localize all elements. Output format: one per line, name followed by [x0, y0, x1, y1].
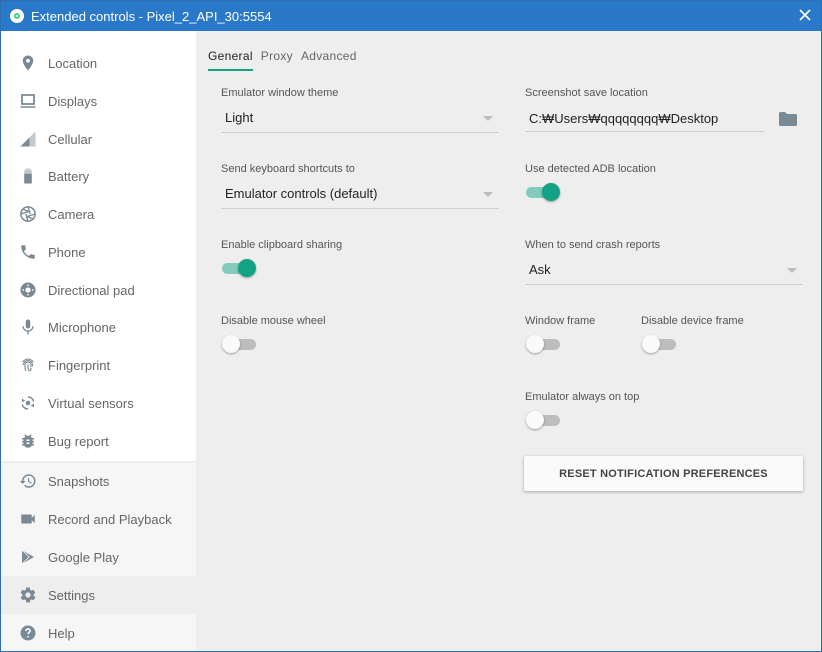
sidebar-item-snapshots[interactable]: Snapshots	[1, 462, 196, 500]
sidebar-item-label: Camera	[48, 206, 95, 222]
sidebar-item-location[interactable]: Location	[1, 44, 196, 82]
close-icon[interactable]	[797, 7, 813, 23]
folder-icon[interactable]	[778, 111, 798, 127]
battery-icon	[19, 167, 37, 185]
camera-shutter-icon	[19, 205, 37, 223]
window-frame-toggle[interactable]	[526, 334, 562, 354]
sidebar-item-virtual-sensors[interactable]: Virtual sensors	[1, 384, 196, 422]
sidebar-item-fingerprint[interactable]: Fingerprint	[1, 346, 196, 384]
location-pin-icon	[19, 54, 37, 72]
extended-controls-window: Extended controls - Pixel_2_API_30:5554 …	[0, 0, 822, 652]
sidebar-item-displays[interactable]: Displays	[1, 82, 196, 120]
sidebar-item-label: Virtual sensors	[48, 395, 134, 411]
settings-panel: General Proxy Advanced Emulator window t…	[196, 31, 821, 651]
sidebar-item-bug-report[interactable]: Bug report	[1, 422, 196, 460]
sidebar-item-settings[interactable]: Settings	[1, 576, 196, 614]
reset-notification-preferences-button[interactable]: RESET NOTIFICATION PREFERENCES	[524, 456, 803, 491]
adb-location-label: Use detected ADB location	[525, 163, 656, 175]
theme-label: Emulator window theme	[221, 87, 339, 99]
shortcuts-value: Emulator controls (default)	[225, 186, 378, 201]
sidebar-item-label: Location	[48, 55, 98, 71]
tab-advanced[interactable]: Advanced	[301, 49, 357, 71]
history-icon	[19, 472, 37, 490]
sidebar-item-microphone[interactable]: Microphone	[1, 308, 196, 346]
chevron-down-icon	[483, 192, 493, 197]
sidebar-item-help[interactable]: Help	[1, 614, 196, 652]
sidebar-item-label: Microphone	[48, 319, 116, 335]
tab-proxy[interactable]: Proxy	[261, 49, 293, 71]
dpad-icon	[19, 281, 37, 299]
device-frame-toggle[interactable]	[642, 334, 678, 354]
sidebar-item-cellular[interactable]: Cellular	[1, 120, 196, 158]
shortcuts-label: Send keyboard shortcuts to	[221, 163, 355, 175]
title-bar: Extended controls - Pixel_2_API_30:5554	[1, 1, 821, 31]
signal-icon	[19, 130, 37, 148]
emulator-app-icon	[10, 9, 24, 23]
toggle-thumb	[222, 335, 240, 353]
monitor-icon	[19, 92, 37, 110]
chevron-down-icon	[787, 268, 797, 273]
sidebar-item-record-and-playback[interactable]: Record and Playback	[1, 500, 196, 538]
rotation-icon	[19, 394, 37, 412]
clipboard-toggle[interactable]	[220, 258, 256, 278]
device-frame-label: Disable device frame	[641, 315, 744, 327]
always-on-top-label: Emulator always on top	[525, 391, 640, 403]
mouse-wheel-toggle[interactable]	[222, 334, 258, 354]
sidebar-item-google-play[interactable]: Google Play	[1, 538, 196, 576]
sidebar-item-label: Battery	[48, 168, 90, 184]
toggle-thumb	[642, 335, 660, 353]
crash-reports-value: Ask	[529, 262, 551, 277]
sidebar-item-label: Record and Playback	[48, 511, 172, 527]
sidebar-item-phone[interactable]: Phone	[1, 233, 196, 271]
settings-tabs: General Proxy Advanced	[208, 49, 365, 71]
sidebar-item-directional-pad[interactable]: Directional pad	[1, 271, 196, 309]
crash-reports-select[interactable]: Ask	[525, 258, 803, 285]
play-store-icon	[19, 548, 37, 566]
sidebar-item-label: Cellular	[48, 131, 93, 147]
crash-reports-label: When to send crash reports	[525, 239, 661, 251]
sidebar-item-label: Displays	[48, 93, 98, 109]
sidebar-item-label: Settings	[48, 587, 95, 603]
adb-location-toggle[interactable]	[524, 182, 560, 202]
sidebar-item-battery[interactable]: Battery	[1, 157, 196, 195]
chevron-down-icon	[483, 116, 493, 121]
microphone-icon	[19, 318, 37, 336]
screenshot-location-input[interactable]	[525, 106, 764, 132]
theme-select[interactable]: Light	[221, 106, 499, 133]
sidebar-item-label: Bug report	[48, 433, 109, 449]
sidebar-item-label: Fingerprint	[48, 357, 111, 373]
theme-value: Light	[225, 110, 254, 125]
gear-icon	[19, 586, 37, 604]
shortcuts-select[interactable]: Emulator controls (default)	[221, 182, 499, 209]
toggle-thumb	[238, 259, 256, 277]
mouse-wheel-label: Disable mouse wheel	[221, 315, 326, 327]
tab-general[interactable]: General	[208, 49, 253, 71]
window-frame-label: Window frame	[525, 315, 596, 327]
sidebar-item-label: Directional pad	[48, 282, 135, 298]
sidebar-item-label: Google Play	[48, 549, 119, 565]
sidebar-item-label: Phone	[48, 244, 86, 260]
sidebar-item-camera[interactable]: Camera	[1, 195, 196, 233]
screenshot-location-label: Screenshot save location	[525, 87, 648, 99]
always-on-top-toggle[interactable]	[526, 410, 562, 430]
phone-icon	[19, 243, 37, 261]
toggle-thumb	[526, 335, 544, 353]
window-title: Extended controls - Pixel_2_API_30:5554	[31, 8, 272, 24]
sidebar-item-label: Help	[48, 625, 75, 641]
toggle-thumb	[526, 411, 544, 429]
toggle-thumb	[542, 183, 560, 201]
help-icon	[19, 624, 37, 642]
clipboard-label: Enable clipboard sharing	[221, 239, 343, 251]
sidebar-item-label: Snapshots	[48, 473, 110, 489]
videocam-icon	[19, 510, 37, 528]
bug-icon	[19, 432, 37, 450]
sidebar: Location Displays Cellular Battery Camer	[1, 31, 196, 651]
fingerprint-icon	[19, 356, 37, 374]
